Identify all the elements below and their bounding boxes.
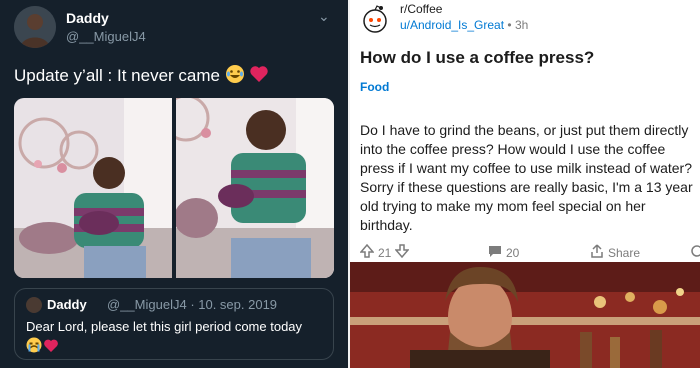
comment-icon bbox=[488, 244, 502, 261]
quoted-date: · 10. sep. 2019 bbox=[190, 297, 278, 312]
post-flair[interactable]: Food bbox=[360, 80, 389, 94]
quoted-meta: @__MiguelJ4 · 10. sep. 2019 bbox=[107, 297, 277, 312]
tweet-body: Update y’all : It never came bbox=[14, 64, 269, 89]
quoted-handle: @__MiguelJ4 bbox=[107, 297, 187, 312]
quoted-avatar bbox=[26, 297, 42, 313]
subreddit-icon[interactable] bbox=[360, 4, 390, 34]
vote-controls: 21 bbox=[359, 243, 410, 261]
comment-count: 20 bbox=[506, 245, 520, 260]
crying-emoji-icon bbox=[26, 337, 42, 353]
share-button[interactable]: Share bbox=[590, 244, 640, 261]
chevron-down-icon[interactable]: ⌄ bbox=[318, 8, 330, 25]
award-icon[interactable] bbox=[690, 244, 700, 258]
quoted-text: Dear Lord, please let this girl period c… bbox=[26, 319, 303, 334]
share-icon bbox=[590, 244, 604, 261]
subreddit-name[interactable]: r/Coffee bbox=[400, 2, 442, 16]
author-name[interactable]: Daddy bbox=[66, 10, 109, 26]
post-author[interactable]: u/Android_Is_Great • 3h bbox=[400, 18, 528, 32]
profile-avatar[interactable] bbox=[14, 6, 56, 48]
share-label: Share bbox=[608, 245, 641, 260]
post-time: • 3h bbox=[507, 18, 529, 32]
red-heart-icon bbox=[44, 339, 58, 352]
reaction-image bbox=[350, 262, 700, 368]
photo-1[interactable] bbox=[14, 98, 172, 278]
tweet-text: Update y’all : It never came bbox=[14, 65, 220, 85]
rofl-emoji-icon bbox=[225, 64, 245, 89]
red-heart-icon bbox=[249, 64, 269, 89]
quoted-emojis bbox=[26, 337, 60, 358]
photo-2[interactable] bbox=[176, 98, 334, 278]
upvote-icon[interactable] bbox=[359, 243, 375, 261]
twitter-panel: Daddy @__MiguelJ4 ⌄ Update y’all : It ne… bbox=[0, 0, 348, 368]
quoted-tweet[interactable]: Daddy @__MiguelJ4 · 10. sep. 2019 Dear L… bbox=[14, 288, 334, 360]
post-author-name[interactable]: u/Android_Is_Great bbox=[400, 18, 504, 32]
downvote-icon[interactable] bbox=[394, 244, 410, 261]
quoted-author-name: Daddy bbox=[47, 297, 87, 312]
author-handle[interactable]: @__MiguelJ4 bbox=[66, 29, 146, 44]
vote-count: 21 bbox=[378, 245, 392, 260]
reddit-panel: r/Coffee u/Android_Is_Great • 3h How do … bbox=[350, 0, 700, 368]
comments-button[interactable]: 20 bbox=[488, 244, 519, 261]
post-title[interactable]: How do I use a coffee press? bbox=[360, 48, 594, 68]
post-body: Do I have to grind the beans, or just pu… bbox=[360, 122, 693, 233]
tweet-media[interactable] bbox=[14, 98, 334, 278]
post-actions: 21 20 Share bbox=[350, 242, 700, 262]
